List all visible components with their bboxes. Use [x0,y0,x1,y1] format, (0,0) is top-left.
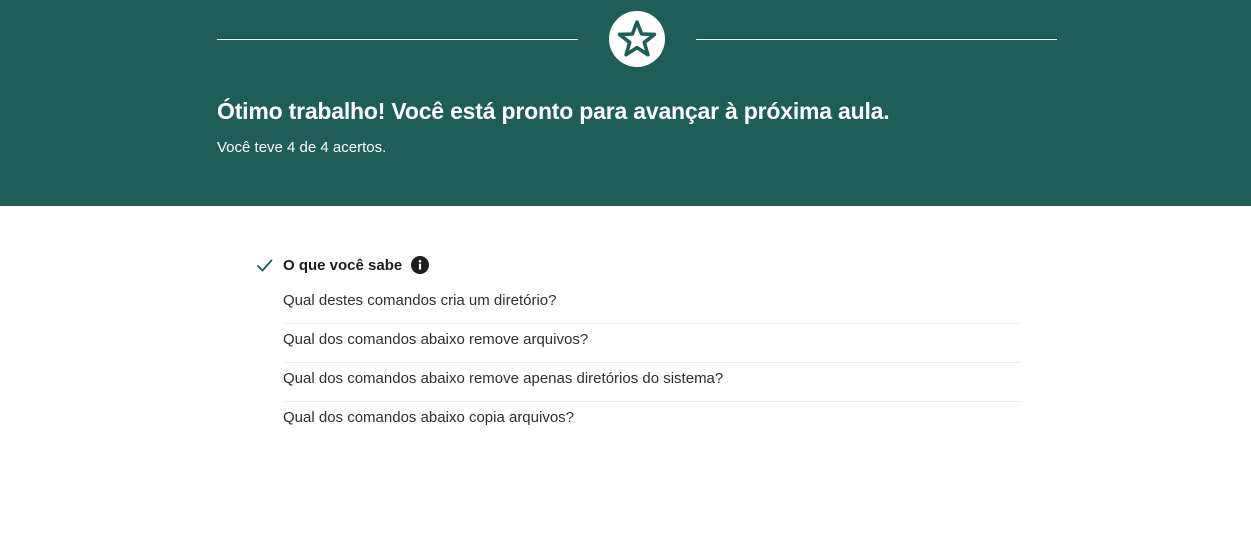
divider-left [217,39,578,40]
question-item[interactable]: Qual dos comandos abaixo remove arquivos… [283,324,1020,363]
star-icon [617,20,657,57]
divider-right [696,39,1057,40]
star-badge [609,11,665,67]
question-item[interactable]: Qual destes comandos cria um diretório? [283,285,1020,324]
section-header: O que você sabe [256,253,1020,277]
result-headline: Ótimo trabalho! Você está pronto para av… [217,98,890,124]
question-item[interactable]: Qual dos comandos abaixo copia arquivos? [283,402,1020,441]
check-icon [256,257,273,274]
question-item[interactable]: Qual dos comandos abaixo remove apenas d… [283,363,1020,402]
results-banner: Ótimo trabalho! Você está pronto para av… [0,0,1251,206]
knowledge-section: O que você sabe Qual destes comandos cri… [256,253,1020,441]
section-title: O que você sabe [283,256,403,274]
question-list: Qual destes comandos cria um diretório? … [283,285,1020,441]
info-icon[interactable] [411,256,430,274]
score-text: Você teve 4 de 4 acertos. [217,139,387,156]
